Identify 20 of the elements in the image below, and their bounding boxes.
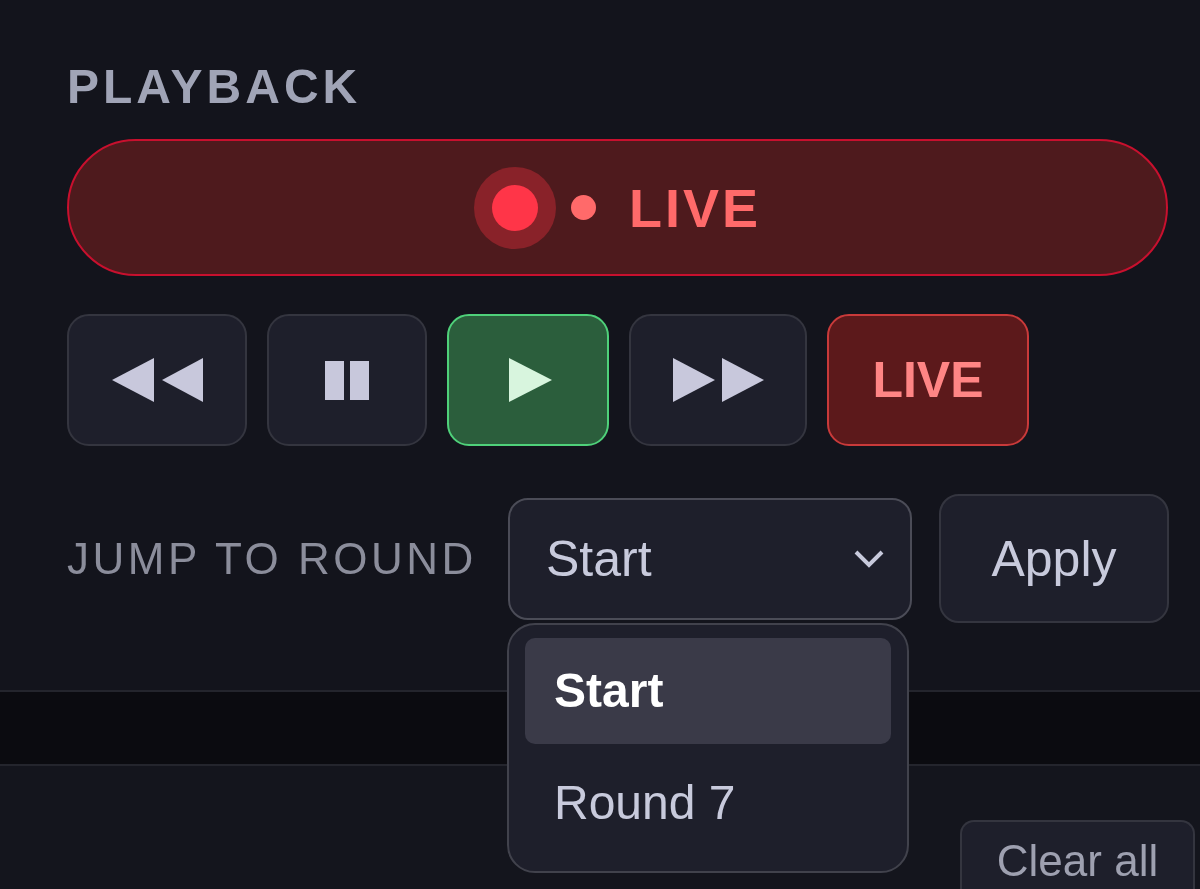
dropdown-option[interactable]: Start — [525, 637, 891, 744]
recording-dot-icon — [474, 166, 556, 249]
play-icon — [508, 358, 552, 402]
rewind-button[interactable] — [67, 314, 247, 446]
play-button[interactable] — [447, 314, 609, 446]
apply-button[interactable]: Apply — [939, 494, 1169, 623]
field-label: JUMP TO ROUND — [67, 536, 478, 581]
fast-forward-button[interactable] — [629, 314, 807, 446]
live-button[interactable]: LIVE — [67, 139, 1168, 276]
go-live-button[interactable]: LIVE — [827, 314, 1029, 446]
clear-all-button[interactable]: Clear all — [960, 820, 1195, 889]
round-select[interactable]: Start — [508, 497, 912, 620]
pause-button[interactable] — [267, 314, 427, 446]
chevron-down-icon — [853, 548, 885, 569]
pause-icon — [325, 360, 369, 400]
dot-icon — [571, 195, 596, 220]
section-heading: PLAYBACK — [67, 63, 363, 111]
dropdown-option[interactable]: Round 7 — [525, 749, 891, 856]
rewind-icon — [111, 358, 203, 402]
fast-forward-icon — [672, 358, 764, 402]
